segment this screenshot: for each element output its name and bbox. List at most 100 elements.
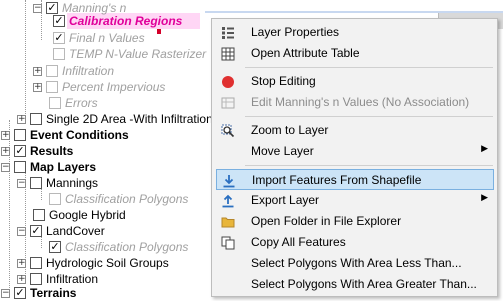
- checkbox[interactable]: [33, 209, 45, 221]
- menu-item-edit-mannings[interactable]: Edit Manning's n Values (No Association): [216, 92, 494, 113]
- menu-item-label: Copy All Features: [251, 235, 346, 249]
- menu-item-import-features[interactable]: Import Features From Shapefile: [216, 169, 494, 190]
- menu-item-label: Open Folder in File Explorer: [251, 214, 402, 228]
- tree-item-label: Calibration Regions: [69, 14, 183, 28]
- tree-item-label: Hydrologic Soil Groups: [46, 256, 169, 270]
- menu-item-label: Layer Properties: [251, 25, 340, 39]
- menu-separator: [245, 116, 493, 117]
- checkbox[interactable]: ✓: [14, 145, 26, 157]
- tree-item-results[interactable]: + ✓ Results: [1, 143, 73, 159]
- tree-item-calibration-regions[interactable]: ✓ Calibration Regions: [53, 13, 182, 29]
- export-icon: [220, 193, 236, 209]
- menu-separator: [245, 67, 493, 68]
- collapse-icon[interactable]: −: [1, 288, 10, 298]
- expand-icon[interactable]: +: [1, 130, 10, 140]
- checkbox[interactable]: ✓: [49, 241, 61, 253]
- stop-icon: [220, 74, 236, 90]
- checkbox[interactable]: [30, 257, 42, 269]
- collapse-icon[interactable]: −: [1, 162, 10, 172]
- checkbox[interactable]: [49, 193, 61, 205]
- menu-item-label: Select Polygons With Area Greater Than..…: [251, 277, 477, 291]
- tree-item-label: Mannings: [46, 176, 99, 190]
- collapse-icon[interactable]: −: [17, 226, 26, 236]
- tree-item-final-n-values[interactable]: ✓ Final n Values: [53, 30, 145, 46]
- tree-item-mannings[interactable]: − Mannings: [17, 175, 98, 191]
- tree-item-label: Final n Values: [69, 31, 145, 45]
- tree-item-single-2d-area[interactable]: + Single 2D Area -With Infiltration: [17, 111, 213, 127]
- checkbox[interactable]: [30, 273, 42, 285]
- menu-item-label: Export Layer: [251, 193, 320, 207]
- menu-item-layer-properties[interactable]: Layer Properties: [216, 22, 494, 43]
- collapse-icon[interactable]: −: [33, 3, 42, 13]
- checkbox[interactable]: [14, 161, 26, 173]
- expand-icon[interactable]: +: [17, 258, 26, 268]
- expand-icon[interactable]: +: [33, 66, 42, 76]
- checkbox[interactable]: [46, 81, 58, 93]
- tree-item-label: TEMP N-Value Rasterizer: [69, 47, 207, 61]
- copy-icon: [220, 235, 236, 251]
- tree-item-landcover[interactable]: − ✓ LandCover: [17, 223, 105, 239]
- tree-item-label: LandCover: [46, 224, 105, 238]
- expand-icon[interactable]: +: [1, 146, 10, 156]
- collapse-icon[interactable]: −: [17, 178, 26, 188]
- tree-item-label: Infiltration: [46, 272, 99, 286]
- expand-icon[interactable]: +: [17, 114, 26, 124]
- tree-item-classification-polygons-2[interactable]: ✓ Classification Polygons: [49, 239, 188, 255]
- submenu-arrow-icon: ▶: [481, 144, 488, 154]
- menu-item-select-greater[interactable]: Select Polygons With Area Greater Than..…: [216, 274, 494, 295]
- menu-item-label: Edit Manning's n Values (No Association): [251, 95, 470, 109]
- tree-item-label: Google Hybrid: [49, 208, 126, 222]
- tree-item-label: Infiltration: [62, 64, 115, 78]
- tree-item-event-conditions[interactable]: + Event Conditions: [1, 127, 129, 143]
- menu-item-select-less[interactable]: Select Polygons With Area Less Than...: [216, 253, 494, 274]
- checkbox[interactable]: ✓: [14, 287, 26, 299]
- edit-table-icon: [220, 95, 236, 111]
- menu-item-label: Select Polygons With Area Less Than...: [251, 256, 462, 270]
- menu-item-stop-editing[interactable]: Stop Editing: [216, 71, 494, 92]
- checkbox[interactable]: [30, 113, 42, 125]
- menu-item-label: Import Features From Shapefile: [252, 173, 422, 187]
- checkbox[interactable]: ✓: [30, 225, 42, 237]
- tree-item-label: Map Layers: [30, 160, 97, 174]
- tree-item-label: Results: [30, 144, 74, 158]
- checkbox[interactable]: ✓: [53, 32, 65, 44]
- checkbox[interactable]: [46, 65, 58, 77]
- expand-icon[interactable]: +: [33, 82, 42, 92]
- properties-icon: [220, 25, 236, 41]
- menu-item-zoom-to-layer[interactable]: Zoom to Layer: [216, 120, 494, 141]
- checkbox[interactable]: ✓: [53, 15, 65, 27]
- tree-item-map-layers[interactable]: − Map Layers: [1, 159, 96, 175]
- tree-item-label: Errors: [65, 96, 98, 110]
- checkbox[interactable]: [14, 129, 26, 141]
- tree-item-classification-polygons-1[interactable]: Classification Polygons: [49, 191, 188, 207]
- tree-item-errors[interactable]: Errors: [49, 95, 98, 111]
- zoom-icon: [220, 123, 236, 139]
- menu-item-open-attribute-table[interactable]: Open Attribute Table: [216, 43, 494, 64]
- checkbox[interactable]: [49, 97, 61, 109]
- menu-item-move-layer[interactable]: Move Layer ▶: [216, 141, 494, 162]
- tree-item-label: Single 2D Area -With Infiltration: [46, 112, 213, 126]
- expand-icon[interactable]: +: [17, 274, 26, 284]
- tree-item-google-hybrid[interactable]: Google Hybrid: [33, 207, 126, 223]
- tree-item-terrains[interactable]: − ✓ Terrains: [1, 285, 76, 301]
- menu-item-export-layer[interactable]: Export Layer ▶: [216, 190, 494, 211]
- tree-item-label: Event Conditions: [30, 128, 129, 142]
- tree-item-infiltration[interactable]: + Infiltration: [33, 63, 114, 79]
- menu-item-copy-all-features[interactable]: Copy All Features: [216, 232, 494, 253]
- tree-item-label: Percent Impervious: [62, 80, 166, 94]
- tree-item-hydrologic-soil-groups[interactable]: + Hydrologic Soil Groups: [17, 255, 169, 271]
- tree-item-percent-impervious[interactable]: + Percent Impervious: [33, 79, 165, 95]
- tree-item-label: Classification Polygons: [65, 192, 189, 206]
- menu-separator: [245, 165, 493, 166]
- tree-item-label: Classification Polygons: [65, 240, 189, 254]
- menu-item-open-folder[interactable]: Open Folder in File Explorer: [216, 211, 494, 232]
- folder-icon: [220, 214, 236, 230]
- tree-item-label: Terrains: [30, 286, 77, 300]
- menu-item-label: Zoom to Layer: [251, 123, 329, 137]
- checkbox[interactable]: [30, 177, 42, 189]
- tree-item-temp-n-value[interactable]: TEMP N-Value Rasterizer: [53, 46, 206, 62]
- table-icon: [220, 46, 236, 62]
- menu-item-label: Open Attribute Table: [251, 46, 360, 60]
- edit-cursor-icon: [157, 29, 161, 34]
- checkbox[interactable]: [53, 48, 65, 60]
